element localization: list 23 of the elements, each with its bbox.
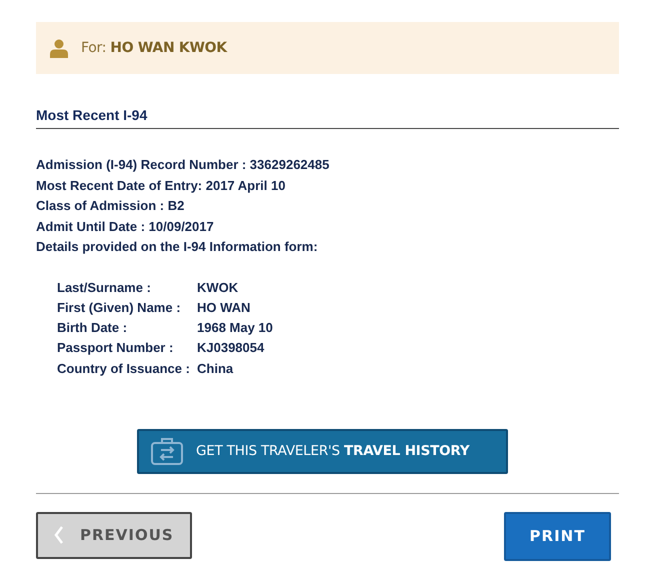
field-label: Last/Surname : (57, 278, 152, 296)
field-label: Country of Issuance : (57, 360, 191, 378)
field-label: First (Given) Name : (57, 298, 182, 317)
travel-history-button[interactable]: GET THIS TRAVELER'S TRAVEL HISTORY (137, 428, 508, 474)
field-label: Birth Date : (57, 319, 128, 338)
record-line: Class of Admission : B2 (36, 197, 186, 215)
field-value: 1968 May 10 (197, 319, 274, 338)
record-line: Admission (I-94) Record Number : 33629262485 (36, 156, 330, 174)
chevron-left-icon (54, 526, 64, 544)
traveler-name: For: HO WAN KWOK (81, 40, 227, 56)
field-value: China (197, 360, 234, 378)
person-icon (50, 38, 68, 58)
record-line: Details provided on the I-94 Information form: (36, 238, 319, 256)
field-value: HO WAN (197, 298, 252, 317)
section-heading: Most Recent I-94 (36, 107, 619, 129)
field-value: KJ0398054 (197, 339, 266, 358)
previous-button[interactable]: PREVIOUS (36, 512, 192, 559)
record-line: Most Recent Date of Entry: 2017 April 10 (36, 176, 286, 195)
field-label: Passport Number : (57, 339, 174, 358)
field-value: KWOK (197, 278, 240, 296)
suitcase-arrows-icon (151, 437, 183, 466)
record-line: Admit Until Date : 10/09/2017 (36, 218, 215, 236)
print-button[interactable]: PRINT (504, 512, 611, 561)
